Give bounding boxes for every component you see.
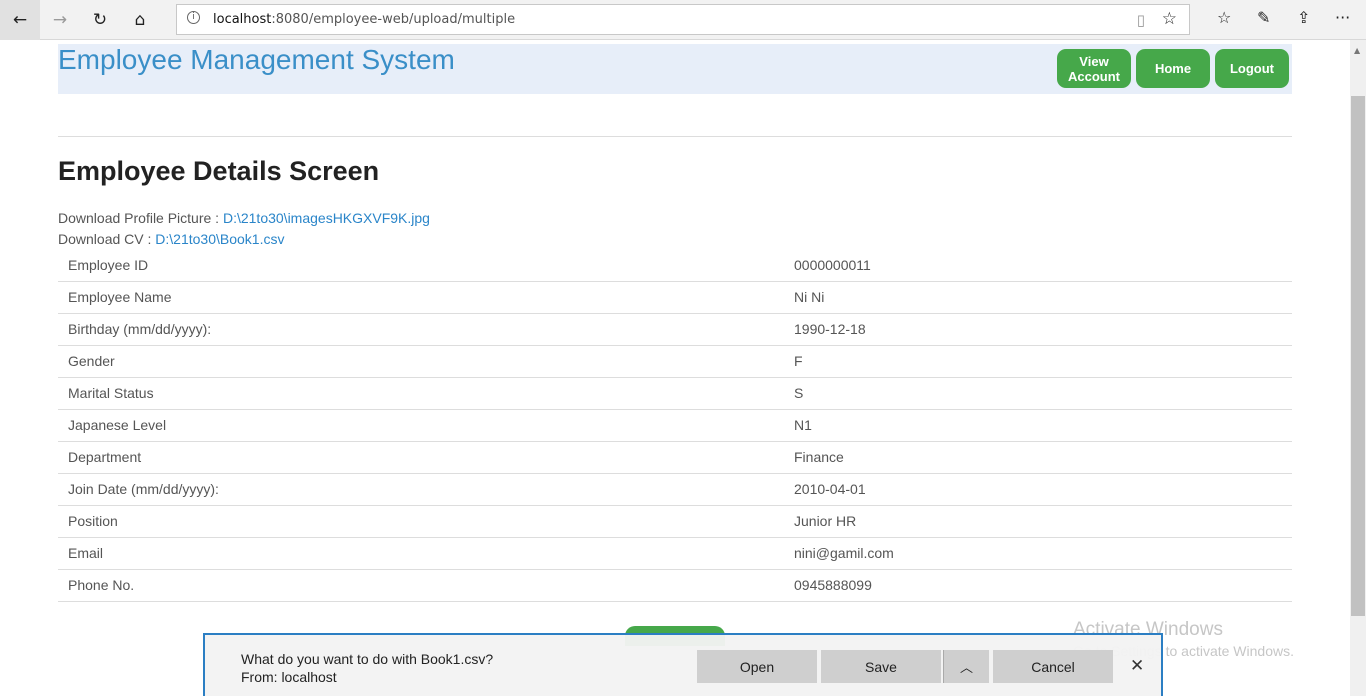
favorite-star-icon[interactable]: ☆ bbox=[1162, 9, 1177, 29]
table-row: Gender F bbox=[58, 345, 1292, 377]
table-row: Position Junior HR bbox=[58, 505, 1292, 537]
detail-value: 1990-12-18 bbox=[794, 321, 866, 337]
detail-label: Phone No. bbox=[68, 577, 135, 593]
detail-value: Finance bbox=[794, 449, 844, 465]
download-notification-bar: What do you want to do with Book1.csv? F… bbox=[203, 633, 1163, 696]
profile-download-label: Download Profile Picture : bbox=[58, 210, 223, 226]
header-divider bbox=[58, 136, 1292, 137]
cv-download-link[interactable]: D:\21to30\Book1.csv bbox=[155, 231, 284, 247]
cv-download-line: Download CV : D:\21to30\Book1.csv bbox=[58, 231, 284, 247]
table-row: Employee Name Ni Ni bbox=[58, 281, 1292, 313]
close-icon[interactable]: ✕ bbox=[1130, 656, 1144, 676]
detail-label: Japanese Level bbox=[68, 417, 167, 433]
employee-details-table: Employee ID 0000000011 Employee Name Ni Ni… bbox=[58, 249, 1292, 602]
site-info-icon[interactable]: i bbox=[187, 11, 200, 24]
share-icon[interactable]: ⇪ bbox=[1297, 8, 1310, 27]
url-path: :8080/employee-web/upload/multiple bbox=[271, 12, 516, 27]
table-row: Employee ID 0000000011 bbox=[58, 249, 1292, 281]
refresh-icon[interactable]: ↻ bbox=[80, 0, 120, 40]
detail-label: Email bbox=[68, 545, 104, 561]
detail-value: N1 bbox=[794, 417, 812, 433]
table-row: Marital Status S bbox=[58, 377, 1292, 409]
table-row: Phone No. 0945888099 bbox=[58, 569, 1292, 601]
address-bar[interactable]: i localhost:8080/employee-web/upload/mul… bbox=[176, 4, 1190, 35]
home-button[interactable]: Home bbox=[1136, 49, 1210, 88]
page-title: Employee Details Screen bbox=[58, 156, 380, 186]
cancel-button[interactable]: Cancel bbox=[993, 650, 1113, 683]
cv-download-label: Download CV : bbox=[58, 231, 156, 247]
table-row: Email nini@gamil.com bbox=[58, 537, 1292, 569]
address-url[interactable]: localhost:8080/employee-web/upload/multi… bbox=[213, 12, 515, 27]
scroll-up-icon[interactable]: ▲ bbox=[1354, 46, 1360, 55]
profile-download-line: Download Profile Picture : D:\21to30\ima… bbox=[58, 210, 430, 226]
table-row: Department Finance bbox=[58, 441, 1292, 473]
detail-label: Employee Name bbox=[68, 289, 172, 305]
back-arrow-icon[interactable]: ← bbox=[0, 0, 40, 40]
table-row: Birthday (mm/dd/yyyy): 1990-12-18 bbox=[58, 313, 1292, 345]
detail-label: Gender bbox=[68, 353, 115, 369]
detail-value: 2010-04-01 bbox=[794, 481, 866, 497]
more-menu-icon[interactable]: ··· bbox=[1335, 8, 1350, 27]
table-row: Join Date (mm/dd/yyyy): 2010-04-01 bbox=[58, 473, 1292, 505]
detail-value: S bbox=[794, 385, 804, 401]
detail-value: 0945888099 bbox=[794, 577, 872, 593]
favorites-hub-icon[interactable]: ☆ bbox=[1217, 8, 1231, 27]
scrollbar-thumb[interactable] bbox=[1351, 96, 1365, 616]
detail-label: Join Date (mm/dd/yyyy): bbox=[68, 481, 219, 497]
save-button[interactable]: Save bbox=[821, 650, 941, 683]
site-title: Employee Management System bbox=[58, 44, 455, 75]
url-host: localhost bbox=[213, 12, 272, 27]
detail-label: Employee ID bbox=[68, 256, 149, 273]
download-source: From: localhost bbox=[241, 669, 337, 685]
chevron-up-icon[interactable]: ︿ bbox=[943, 650, 989, 683]
detail-value: nini@gamil.com bbox=[794, 545, 894, 561]
download-question: What do you want to do with Book1.csv? bbox=[241, 651, 494, 667]
detail-label: Position bbox=[68, 513, 118, 529]
view-account-button[interactable]: View Account bbox=[1057, 49, 1131, 88]
detail-value: Ni Ni bbox=[794, 289, 825, 305]
reading-view-icon[interactable]: ▯ bbox=[1137, 11, 1145, 29]
profile-download-link[interactable]: D:\21to30\imagesHKGXVF9K.jpg bbox=[223, 210, 430, 226]
table-row: Japanese Level N1 bbox=[58, 409, 1292, 441]
open-button[interactable]: Open bbox=[697, 650, 817, 683]
site-header: Employee Management System View Account … bbox=[58, 44, 1292, 94]
detail-label: Marital Status bbox=[68, 385, 154, 401]
home-icon[interactable]: ⌂ bbox=[120, 0, 160, 40]
logout-button[interactable]: Logout bbox=[1215, 49, 1289, 88]
detail-label: Department bbox=[68, 449, 142, 465]
browser-toolbar: ← → ↻ ⌂ i localhost:8080/employee-web/up… bbox=[0, 0, 1366, 40]
pen-notes-icon[interactable]: ✎ bbox=[1257, 8, 1270, 27]
page-scrollbar[interactable]: ▲ bbox=[1350, 40, 1366, 696]
forward-arrow-icon[interactable]: → bbox=[40, 0, 80, 40]
detail-label: Birthday (mm/dd/yyyy): bbox=[68, 321, 212, 337]
detail-value: F bbox=[794, 353, 803, 369]
detail-value: 0000000011 bbox=[794, 256, 871, 273]
detail-value: Junior HR bbox=[794, 513, 857, 529]
